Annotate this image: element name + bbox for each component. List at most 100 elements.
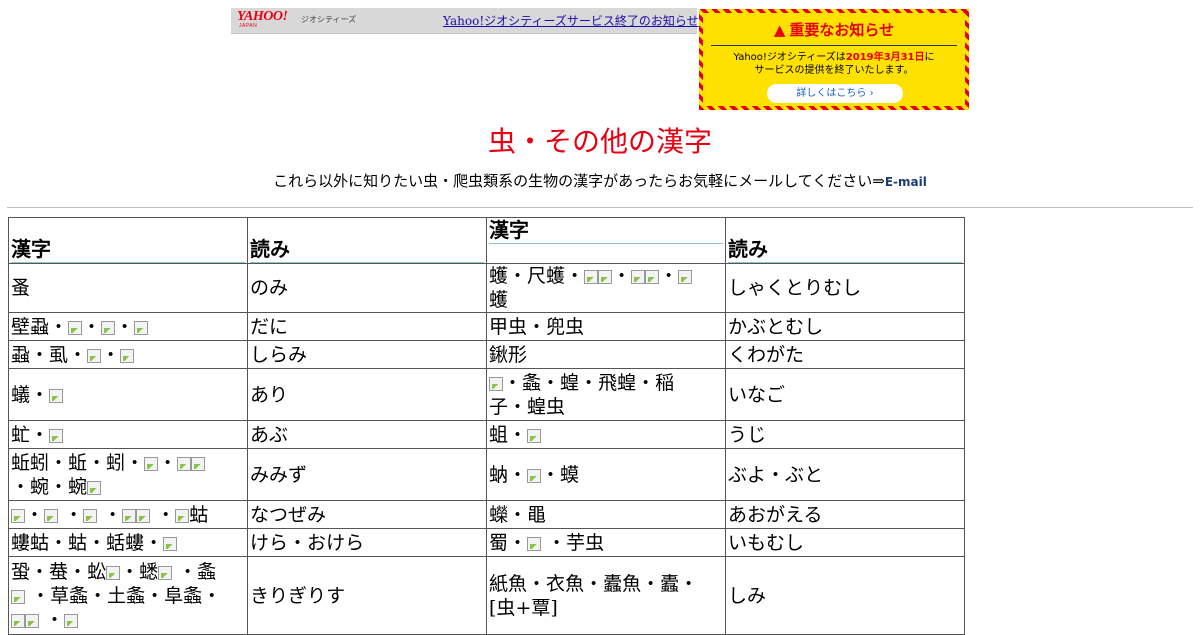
notice-title-row: ▲ 重要なお知らせ [703, 19, 965, 40]
reading-cell: のみ [247, 263, 487, 313]
broken-image-icon [144, 456, 159, 471]
reading-cell: かぶとむし [725, 312, 965, 341]
broken-image-icon [175, 508, 190, 523]
broken-image-icon [44, 508, 59, 523]
broken-image-icon [49, 428, 64, 443]
kanji-cell: 鍬形 [486, 340, 726, 369]
notice-date: 2019年3月31日 [845, 52, 925, 63]
broken-image-icon [177, 456, 192, 471]
broken-image-icon [527, 536, 542, 551]
kanji-cell: 螻蛄・蛄・蛞螻・ [8, 528, 248, 557]
reading-cell: あり [247, 368, 487, 421]
notice-body-line2: サービスの提供を終了いたします。 [754, 65, 914, 76]
table-row: 蟻・ あり ・螽・蝗・飛蝗・稲 子・蝗虫 いなご [8, 368, 965, 421]
kanji-cell: 蝨・虱・・ [8, 340, 248, 369]
reading-cell: きりぎりす [247, 556, 487, 635]
kanji-cell: ・螽・蝗・飛蝗・稲 子・蝗虫 [486, 368, 726, 421]
subtitle-text: これら以外に知りたい虫・爬虫類系の生物の漢字があったらお気軽にメールしてください… [273, 172, 885, 190]
broken-image-icon [11, 508, 25, 523]
header-kanji-2: 漢字 [486, 217, 726, 264]
header-reading-2: 読み [725, 217, 965, 264]
notice-details-button[interactable]: 詳しくはこちら › [767, 84, 903, 103]
reading-cell: しみ [725, 556, 965, 635]
broken-image-icon [83, 508, 98, 523]
table-row: 蝨・虱・・しらみ 鍬形 くわがた [8, 340, 965, 369]
table-row: 蛩・蛬・蚣 ・蟋 ・螽 ・草螽・土螽・阜螽・ ・きりぎりす 紙魚・衣魚・蠹魚・蠹・[… [8, 556, 965, 635]
table-row: 螻蛄・蛄・蛞螻・ けら・おけら 蜀・ ・芋虫 いもむし [8, 528, 965, 557]
broken-image-icon [122, 508, 137, 523]
reading-cell: ぶよ・ぶと [725, 448, 965, 501]
kanji-cell: 蛆・ [486, 420, 726, 449]
kanji-cell: 壁蝨・・・ [8, 312, 248, 341]
table-body: 蚤のみ 蠖・尺蠖・・・蠖しゃくとりむし 壁蝨・・・だに 甲虫・兜虫 かぶとむし 蝨・虱・・… [8, 263, 965, 635]
reading-cell: あぶ [247, 420, 487, 449]
broken-image-icon [87, 480, 102, 495]
reading-cell: けら・おけら [247, 528, 487, 557]
broken-image-icon [527, 428, 542, 443]
warning-icon: ▲ [773, 21, 786, 39]
geocities-brand: ジオシティーズ [301, 15, 357, 24]
table-row: 壁蝨・・・だに 甲虫・兜虫 かぶとむし [8, 312, 965, 341]
yahoo-logo-sub: JAPAN [239, 23, 258, 29]
table-header-row: 漢字 読み 漢字 読み [8, 217, 965, 264]
reading-cell: みみず [247, 448, 487, 501]
broken-image-icon [11, 613, 25, 628]
kanji-cell: 蚋・ ・蟆 [486, 448, 726, 501]
header-kanji-1: 漢字 [8, 217, 248, 264]
notice-title: 重要なお知らせ [789, 21, 895, 39]
kanji-table: 漢字 読み 漢字 読み 蚤のみ 蠖・尺蠖・・・蠖しゃくとりむし 壁蝨・・・だに 甲虫・… [8, 217, 965, 635]
reading-cell: しらみ [247, 340, 487, 369]
kanji-cell: 蚤 [8, 263, 248, 313]
kanji-cell: 蜀・ ・芋虫 [486, 528, 726, 557]
reading-cell: あおがえる [725, 500, 965, 529]
broken-image-icon [158, 565, 173, 580]
kanji-cell: 蚯蚓・蚯・蚓・・・蜿・蜿 [8, 448, 248, 501]
broken-image-icon [645, 270, 660, 284]
important-notice-banner[interactable]: ▲ 重要なお知らせ Yahoo!ジオシティーズは2019年3月31日に サービスの… [699, 9, 969, 110]
page-title: 虫・その他の漢字 [487, 125, 712, 158]
reading-cell: いもむし [725, 528, 965, 557]
reading-cell: しゃくとりむし [725, 263, 965, 313]
table-row: ・ ・ ・ ・蛄なつぜみ 蠑・黽 あおがえる [8, 500, 965, 529]
header-reading-1: 読み [247, 217, 487, 264]
broken-image-icon [136, 508, 151, 523]
yahoo-logo[interactable]: YAHOO! [237, 10, 288, 24]
broken-image-icon [678, 270, 693, 284]
broken-image-icon [631, 270, 646, 284]
broken-image-icon [87, 348, 102, 363]
notice-body: Yahoo!ジオシティーズは2019年3月31日に サービスの提供を終了いたしま… [703, 51, 965, 77]
kanji-cell: ・ ・ ・ ・蛄 [8, 500, 248, 529]
horizontal-rule [7, 207, 1193, 208]
reading-cell: くわがた [725, 340, 965, 369]
reading-cell: いなご [725, 368, 965, 421]
broken-image-icon [120, 348, 135, 363]
broken-image-icon [163, 536, 178, 551]
service-end-link[interactable]: Yahoo!ジオシティーズサービス終了のお知らせ [443, 12, 699, 29]
broken-image-icon [49, 388, 64, 403]
broken-image-icon [191, 456, 206, 471]
kanji-cell: 蛩・蛬・蚣 ・蟋 ・螽 ・草螽・土螽・阜螽・ ・ [8, 556, 248, 635]
broken-image-icon [598, 270, 613, 284]
geocities-top-bar: YAHOO! JAPAN ジオシティーズ Yahoo!ジオシティーズサービス終了… [231, 8, 699, 34]
broken-image-icon [64, 613, 79, 628]
broken-image-icon [584, 270, 599, 284]
broken-image-icon [101, 320, 116, 335]
kanji-cell: 蠖・尺蠖・・・蠖 [486, 263, 726, 313]
broken-image-icon [25, 613, 39, 628]
reading-cell: だに [247, 312, 487, 341]
broken-image-icon [68, 320, 83, 335]
broken-image-icon [527, 468, 542, 483]
broken-image-icon [134, 320, 149, 335]
notice-body-prefix: Yahoo!ジオシティーズは [733, 52, 846, 63]
kanji-cell: 蟻・ [8, 368, 248, 421]
table-row: 虻・ あぶ 蛆・ うじ [8, 420, 965, 449]
reading-cell: なつぜみ [247, 500, 487, 529]
broken-image-icon [106, 565, 121, 580]
broken-image-icon [11, 589, 25, 604]
kanji-cell: 蠑・黽 [486, 500, 726, 529]
kanji-cell: 紙魚・衣魚・蠹魚・蠹・ [虫+覃] [486, 556, 726, 635]
email-link[interactable]: E-mail [885, 175, 927, 189]
table-row: 蚯蚓・蚯・蚓・・・蜿・蜿 みみず 蚋・ ・蟆 ぶよ・ぶと [8, 448, 965, 501]
table-row: 蚤のみ 蠖・尺蠖・・・蠖しゃくとりむし [8, 263, 965, 313]
page-subtitle: これら以外に知りたい虫・爬虫類系の生物の漢字があったらお気軽にメールしてください… [0, 170, 1200, 191]
